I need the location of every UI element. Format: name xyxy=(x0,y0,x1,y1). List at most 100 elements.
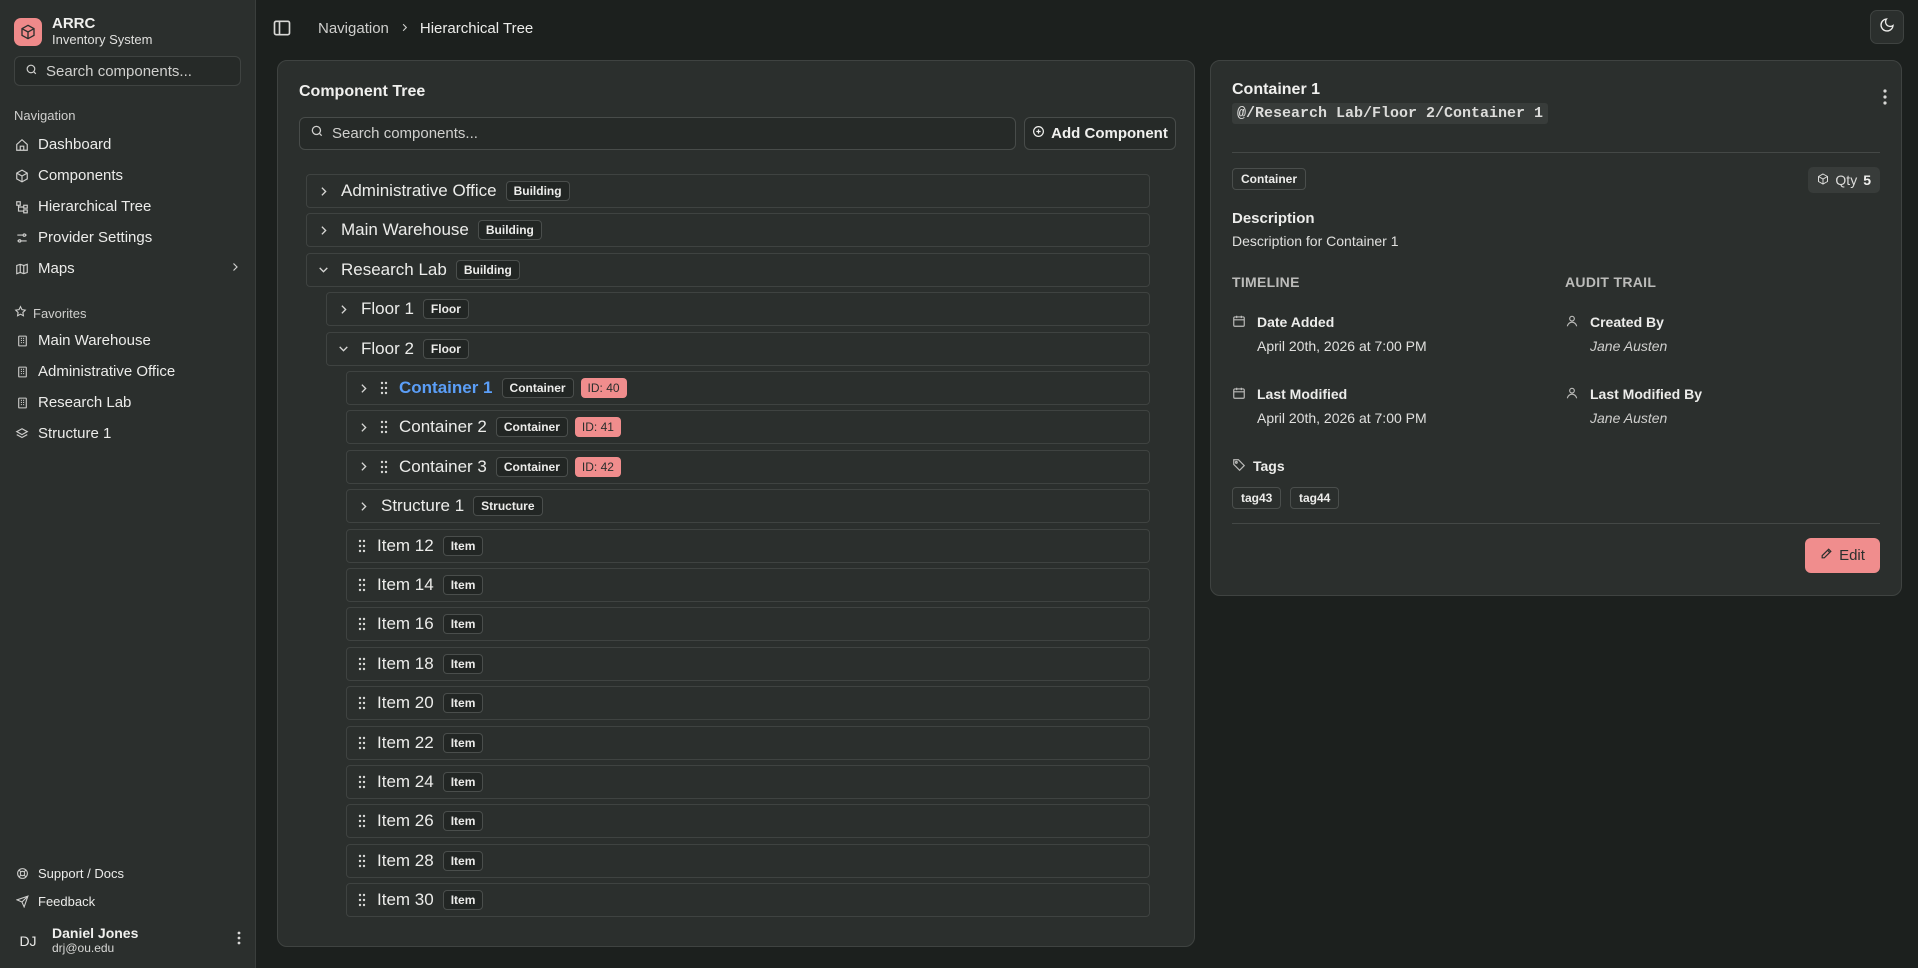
tree-row[interactable]: Container 2 Container ID: 41 xyxy=(346,410,1150,445)
sidebar-item-maps[interactable]: Maps xyxy=(0,253,255,284)
chevron-right-icon[interactable] xyxy=(315,183,331,199)
tree-row-name[interactable]: Item 16 xyxy=(377,614,434,634)
breadcrumb-navigation[interactable]: Navigation xyxy=(318,20,389,37)
detail-type-badge: Container xyxy=(1232,168,1307,190)
tree-row[interactable]: Item 20 Item xyxy=(346,686,1150,721)
tree-row[interactable]: Main Warehouse Building xyxy=(306,213,1150,248)
drag-handle-icon[interactable] xyxy=(357,854,367,868)
drag-handle-icon[interactable] xyxy=(357,736,367,750)
tree-row[interactable]: Floor 1 Floor xyxy=(326,292,1150,327)
drag-handle-icon[interactable] xyxy=(357,539,367,553)
tree-row[interactable]: Container 3 Container ID: 42 xyxy=(346,449,1150,484)
id-badge: ID: 42 xyxy=(574,456,621,477)
add-component-button[interactable]: Add Component xyxy=(1024,117,1176,150)
chevron-down-icon[interactable] xyxy=(315,262,331,278)
tree-row[interactable]: Item 30 Item xyxy=(346,883,1150,918)
tree-row-name[interactable]: Item 26 xyxy=(377,811,434,831)
tree-row[interactable]: Administrative Office Building xyxy=(306,174,1150,208)
tree-row-name[interactable]: Container 3 xyxy=(399,457,487,477)
description-text: Description for Container 1 xyxy=(1232,233,1399,249)
tree-row[interactable]: Item 14 Item xyxy=(346,568,1150,602)
tree-row-name[interactable]: Structure 1 xyxy=(381,496,464,516)
last-modified-value: April 20th, 2026 at 7:00 PM xyxy=(1257,410,1427,426)
feedback-link[interactable]: Feedback xyxy=(0,887,255,915)
sidebar-search-input[interactable] xyxy=(46,62,236,80)
drag-handle-icon[interactable] xyxy=(357,814,367,828)
id-badge: ID: 41 xyxy=(574,417,621,438)
tree-row[interactable]: Item 12 Item xyxy=(346,528,1150,563)
drag-handle-icon[interactable] xyxy=(357,578,367,592)
sidebar-search xyxy=(14,56,241,86)
tree-row-name[interactable]: Item 12 xyxy=(377,536,434,556)
type-badge: Building xyxy=(505,181,570,201)
edit-button[interactable]: Edit xyxy=(1805,538,1880,573)
chevron-right-icon[interactable] xyxy=(355,498,371,514)
tree-row-name[interactable]: Item 22 xyxy=(377,733,434,753)
tree-row-name[interactable]: Item 30 xyxy=(377,890,434,910)
tree-row[interactable]: Structure 1 Structure xyxy=(346,489,1150,524)
chevron-right-icon[interactable] xyxy=(355,419,371,435)
brand[interactable]: ARRC Inventory System xyxy=(0,0,255,52)
drag-handle-icon[interactable] xyxy=(357,617,367,631)
tree-row-name[interactable]: Floor 2 xyxy=(361,339,414,359)
tag-chip[interactable]: tag43 xyxy=(1232,487,1282,509)
tree-row[interactable]: Item 24 Item xyxy=(346,765,1150,799)
type-badge: Item xyxy=(442,575,484,595)
tree-search-input[interactable] xyxy=(332,125,992,142)
favorite-administrative-office[interactable]: Administrative Office xyxy=(0,356,255,387)
user-name: Daniel Jones xyxy=(52,925,139,941)
tree-row-name[interactable]: Floor 1 xyxy=(361,299,414,319)
tree-row-name[interactable]: Administrative Office xyxy=(341,181,497,201)
more-vertical-icon[interactable] xyxy=(1883,89,1887,110)
tree-row-name[interactable]: Item 18 xyxy=(377,654,434,674)
sidebar-toggle-icon[interactable] xyxy=(270,16,294,40)
more-vertical-icon[interactable] xyxy=(237,931,241,950)
tree-row[interactable]: Item 26 Item xyxy=(346,804,1150,839)
chevron-right-icon[interactable] xyxy=(355,380,371,396)
drag-handle-icon[interactable] xyxy=(357,696,367,710)
type-badge: Item xyxy=(442,732,484,753)
drag-handle-icon[interactable] xyxy=(357,775,367,789)
sidebar-item-label: Dashboard xyxy=(38,136,112,153)
tree-row[interactable]: Item 28 Item xyxy=(346,843,1150,878)
chevron-right-icon[interactable] xyxy=(315,222,331,238)
theme-toggle-button[interactable] xyxy=(1870,10,1904,44)
sidebar-item-provider-settings[interactable]: Provider Settings xyxy=(0,222,255,253)
chevron-right-icon[interactable] xyxy=(355,459,371,475)
sidebar-item-dashboard[interactable]: Dashboard xyxy=(0,129,255,160)
drag-handle-icon[interactable] xyxy=(357,657,367,671)
tree-row-name[interactable]: Item 28 xyxy=(377,851,434,871)
sidebar-item-components[interactable]: Components xyxy=(0,160,255,191)
tree-row[interactable]: Item 16 Item xyxy=(346,607,1150,642)
tree-row-name[interactable]: Container 2 xyxy=(399,417,487,437)
drag-handle-icon[interactable] xyxy=(357,893,367,907)
star-icon xyxy=(14,305,27,321)
favorite-structure-1[interactable]: Structure 1 xyxy=(0,418,255,449)
type-badge: Container xyxy=(495,456,568,477)
tree-row[interactable]: Item 22 Item xyxy=(346,725,1150,760)
tree-row[interactable]: Item 18 Item xyxy=(346,646,1150,681)
chevron-right-icon[interactable] xyxy=(335,301,351,317)
sidebar-item-hierarchical-tree[interactable]: Hierarchical Tree xyxy=(0,191,255,222)
tree-row[interactable]: Research Lab Building xyxy=(306,252,1150,287)
favorite-main-warehouse[interactable]: Main Warehouse xyxy=(0,325,255,356)
favorite-research-lab[interactable]: Research Lab xyxy=(0,387,255,418)
tree-row-name[interactable]: Item 14 xyxy=(377,575,434,595)
tree-row-name[interactable]: Main Warehouse xyxy=(341,220,469,240)
favorites-heading: Favorites xyxy=(0,304,255,322)
chevron-down-icon[interactable] xyxy=(335,341,351,357)
date-added-label: Date Added xyxy=(1257,314,1335,330)
app-root: ARRC Inventory System Navigation Dashboa… xyxy=(0,0,1918,968)
tree-row[interactable]: Container 1 Container ID: 40 xyxy=(346,371,1150,405)
user-profile[interactable]: DJ Daniel Jones drj@ou.edu xyxy=(0,915,255,968)
tag-chip[interactable]: tag44 xyxy=(1290,487,1340,509)
drag-handle-icon[interactable] xyxy=(379,420,389,434)
tree-row[interactable]: Floor 2 Floor xyxy=(326,331,1150,366)
tree-row-name[interactable]: Item 20 xyxy=(377,693,434,713)
tree-row-name[interactable]: Item 24 xyxy=(377,772,434,792)
drag-handle-icon[interactable] xyxy=(379,381,389,395)
support-docs-link[interactable]: Support / Docs xyxy=(0,859,255,887)
drag-handle-icon[interactable] xyxy=(379,460,389,474)
tree-row-name[interactable]: Container 1 xyxy=(399,378,493,398)
tree-row-name[interactable]: Research Lab xyxy=(341,260,447,280)
